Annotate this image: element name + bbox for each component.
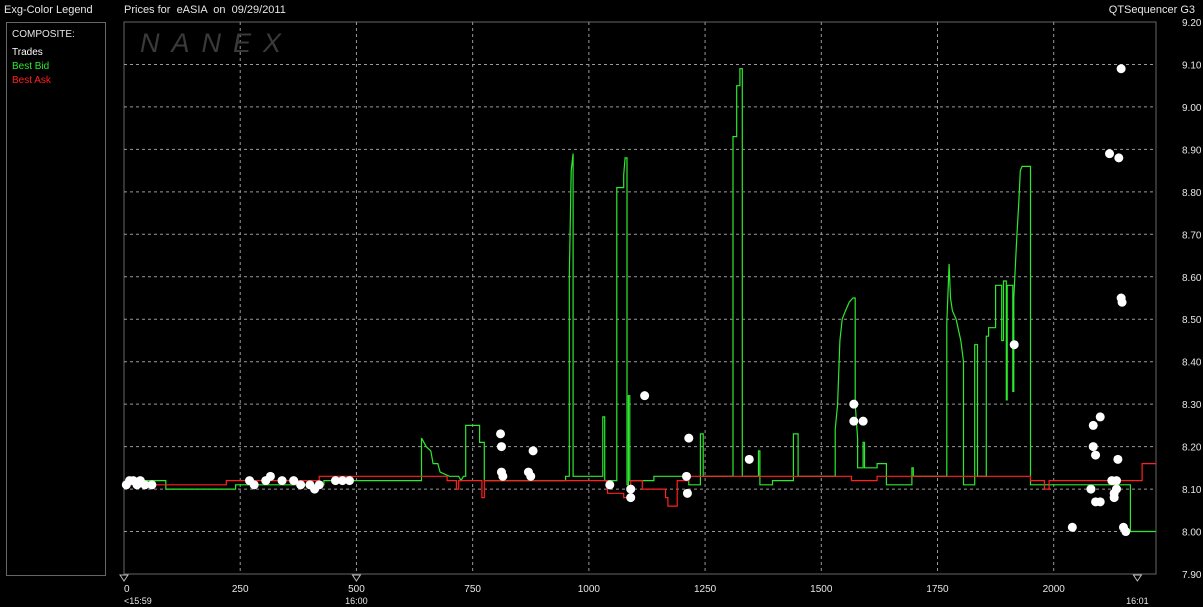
trade-point bbox=[528, 446, 538, 456]
trade-point bbox=[498, 471, 508, 481]
time-marker bbox=[119, 574, 129, 582]
trade-point bbox=[1067, 522, 1077, 532]
time-marker bbox=[1132, 574, 1143, 582]
trade-point bbox=[849, 416, 859, 426]
x-axis: 0 250 500 750 1000 1250 1500 1750 2000 <15:59 16:0… bbox=[119, 574, 1149, 606]
y-tick-label: 8.50 bbox=[1182, 315, 1202, 326]
y-tick-label: 8.20 bbox=[1182, 443, 1202, 454]
y-tick-label: 8.40 bbox=[1182, 358, 1202, 369]
y-tick-label: 8.60 bbox=[1182, 273, 1202, 284]
trade-point bbox=[249, 480, 259, 490]
trade-point bbox=[1111, 484, 1121, 494]
y-axis: 9.20 9.10 9.00 8.90 8.80 8.70 8.60 8.50 8.40 8.30… bbox=[1182, 18, 1202, 581]
trade-point bbox=[1116, 64, 1126, 74]
trade-point bbox=[1111, 476, 1121, 486]
trade-point bbox=[314, 480, 324, 490]
trade-point bbox=[1114, 153, 1124, 163]
x-tick-label: 1000 bbox=[578, 584, 601, 595]
trade-point bbox=[626, 484, 636, 494]
watermark: NANEX bbox=[140, 28, 293, 58]
y-tick-label: 8.90 bbox=[1182, 145, 1202, 156]
trade-point bbox=[858, 416, 868, 426]
trade-point bbox=[605, 480, 615, 490]
y-tick-label: 9.20 bbox=[1182, 18, 1202, 29]
trade-point bbox=[1117, 297, 1127, 307]
x-tick-label: 0 bbox=[124, 584, 130, 595]
trade-point bbox=[1095, 497, 1105, 507]
x-tick-label: 250 bbox=[232, 584, 249, 595]
y-tick-label: 8.00 bbox=[1182, 528, 1202, 539]
y-tick-label: 9.00 bbox=[1182, 103, 1202, 114]
trade-point bbox=[684, 433, 694, 443]
y-tick-label: 8.70 bbox=[1182, 230, 1202, 241]
y-tick-label: 8.30 bbox=[1182, 400, 1202, 411]
trade-point bbox=[1121, 527, 1131, 537]
trade-point bbox=[682, 488, 692, 498]
trade-point bbox=[1091, 450, 1101, 460]
trade-point bbox=[265, 471, 275, 481]
trade-point bbox=[1113, 454, 1123, 464]
price-chart: NANEX 9.20 9.10 9.00 8.90 8.80 8.70 8.60 8.50 8.… bbox=[119, 18, 1202, 606]
trade-point bbox=[1009, 340, 1019, 350]
y-tick-label: 7.90 bbox=[1182, 570, 1202, 581]
trade-point bbox=[1086, 484, 1096, 494]
trade-point bbox=[496, 429, 506, 439]
trade-point bbox=[277, 476, 287, 486]
y-tick-label: 8.80 bbox=[1182, 188, 1202, 199]
trade-point bbox=[496, 442, 506, 452]
time-marker bbox=[351, 574, 362, 582]
trade-point bbox=[681, 471, 691, 481]
y-tick-label: 9.10 bbox=[1182, 60, 1202, 71]
x-tick-label: 750 bbox=[464, 584, 481, 595]
trade-point bbox=[1095, 412, 1105, 422]
x-tick-label: 1250 bbox=[694, 584, 717, 595]
trade-point bbox=[296, 480, 306, 490]
x-tick-label: 500 bbox=[348, 584, 365, 595]
time-label: <15:59 bbox=[124, 596, 152, 606]
trade-point bbox=[626, 493, 636, 503]
trade-point bbox=[640, 391, 650, 401]
y-tick-label: 8.10 bbox=[1182, 485, 1202, 496]
x-tick-label: 1750 bbox=[926, 584, 949, 595]
trade-point bbox=[344, 476, 354, 486]
trade-point bbox=[1105, 149, 1115, 159]
trade-point bbox=[1088, 420, 1098, 430]
trade-point bbox=[744, 454, 754, 464]
x-tick-label: 2000 bbox=[1043, 584, 1066, 595]
time-label: 16:00 bbox=[345, 596, 368, 606]
trade-point bbox=[849, 399, 859, 409]
trade-point bbox=[1088, 442, 1098, 452]
time-label: 16:01 bbox=[1126, 596, 1149, 606]
trade-point bbox=[147, 480, 157, 490]
x-tick-label: 1500 bbox=[810, 584, 833, 595]
trade-point bbox=[526, 471, 536, 481]
